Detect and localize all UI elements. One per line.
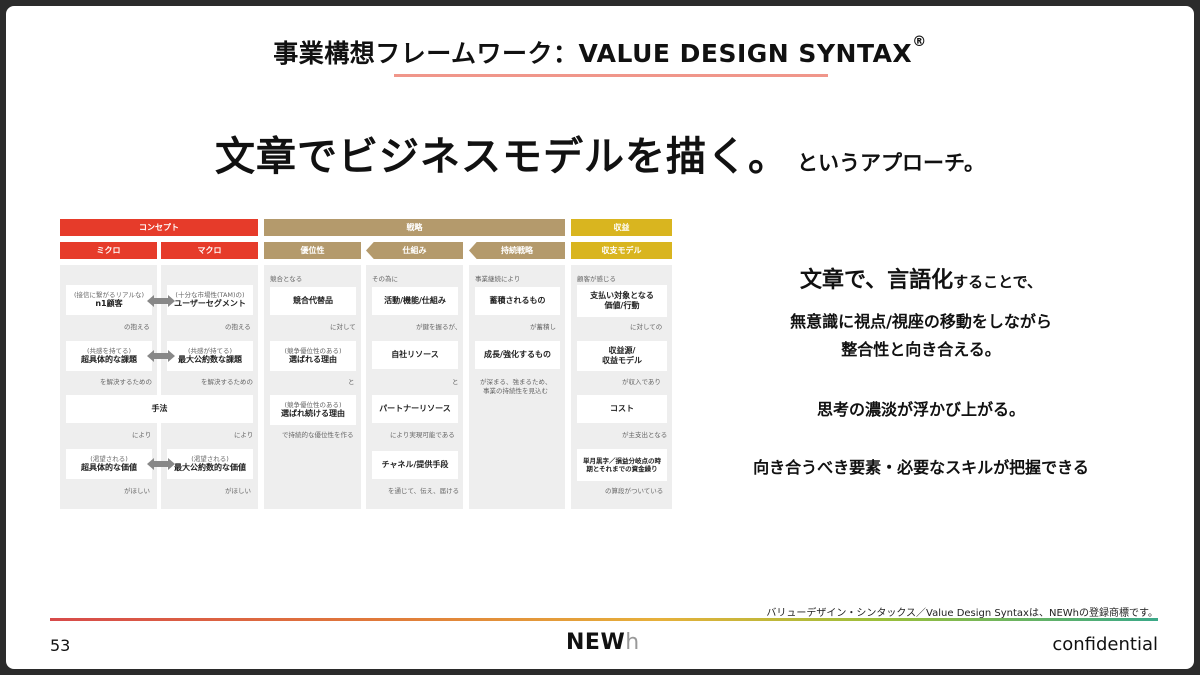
slide: 事業構想フレームワーク：VALUE DESIGN SYNTAX® 文章でビジネス… xyxy=(6,6,1194,669)
double-arrow-icon xyxy=(147,350,175,362)
box-method: 手法 xyxy=(66,395,253,423)
header-sustain: 持続戦略 xyxy=(469,242,565,259)
box-n1-customer: (接信に繋がるリアルな) n1顧客 xyxy=(66,285,152,315)
right-line-3: 整合性と向き合える。 xyxy=(841,340,1001,359)
page-title: 事業構想フレームワーク：VALUE DESIGN SYNTAX® xyxy=(6,34,1194,70)
box-micro-value: (渇望される) 超具体的な価値 xyxy=(66,449,152,479)
box-chosen-reason: (競争優位性のある) 選ばれる理由 xyxy=(270,341,356,371)
footer-gradient-line xyxy=(50,618,1158,621)
header-macro: マクロ xyxy=(161,242,258,259)
framework-diagram: コンセプト 戦略 収益 ミクロ マクロ 優位性 仕組み 持続戦略 収支モデル (… xyxy=(60,219,672,509)
box-breakeven: 単月黒字／損益分岐点の時期とそれまでの資金繰り xyxy=(577,449,667,481)
box-cost: コスト xyxy=(577,395,667,423)
double-arrow-icon xyxy=(147,458,175,470)
box-macro-value: (渇望される) 最大公約数的な価値 xyxy=(167,449,253,479)
box-partner-resources: パートナーリソース xyxy=(372,395,458,423)
box-channels: チャネル/提供手段 xyxy=(372,451,458,479)
header-micro: ミクロ xyxy=(60,242,157,259)
newh-logo: NEWh xyxy=(566,630,640,655)
box-competitor: 競合代替品 xyxy=(270,287,356,315)
right-line-5: 向き合うべき要素・必要なスキルが把握できる xyxy=(753,458,1089,477)
box-revenue-source: 収益源/ 収益モデル xyxy=(577,341,667,371)
header-advantage: 優位性 xyxy=(264,242,361,259)
double-arrow-icon xyxy=(147,295,175,307)
page-number: 53 xyxy=(50,636,71,655)
right-line-4: 思考の濃淡が浮かび上がる。 xyxy=(816,400,1025,419)
header-concept: コンセプト xyxy=(60,219,258,236)
title-underline xyxy=(394,74,828,77)
box-macro-issue: (共感が持てる) 最大公約数な課題 xyxy=(167,341,253,371)
header-model: 収支モデル xyxy=(571,242,672,259)
trademark-note: バリューデザイン・シンタックス／Value Design Syntaxは、NEW… xyxy=(766,608,1158,619)
box-micro-issue: (共感を持てる) 超具体的な課題 xyxy=(66,341,152,371)
box-user-segment: (十分な市場性(TAM)の) ユーザーセグメント xyxy=(167,285,253,315)
box-keep-chosen-reason: (競争優位性のある) 選ばれ続ける理由 xyxy=(270,395,356,425)
box-accumulated: 蓄積されるもの xyxy=(475,287,560,315)
right-line-2: 無意識に視点/視座の移動をしながら xyxy=(790,312,1052,331)
registered-mark: ® xyxy=(912,34,927,50)
headline-main: 文章でビジネスモデルを描く。 xyxy=(215,134,790,180)
box-growth: 成長/強化するもの xyxy=(475,341,560,369)
header-strategy: 戦略 xyxy=(264,219,565,236)
header-mechanism: 仕組み xyxy=(366,242,463,259)
headline-sub: というアプローチ。 xyxy=(797,151,985,175)
headline: 文章でビジネスモデルを描く。 というアプローチ。 xyxy=(6,124,1194,182)
header-revenue: 収益 xyxy=(571,219,672,236)
title-text: 事業構想フレームワーク：VALUE DESIGN SYNTAX xyxy=(273,39,913,68)
box-payment-value: 支払い対象となる 価値/行動 xyxy=(577,285,667,317)
right-line-1: 文章で、言語化することで、 xyxy=(799,268,1043,293)
box-activities: 活動/機能/仕組み xyxy=(372,287,458,315)
box-own-resources: 自社リソース xyxy=(372,341,458,369)
confidential-label: confidential xyxy=(1052,634,1158,655)
